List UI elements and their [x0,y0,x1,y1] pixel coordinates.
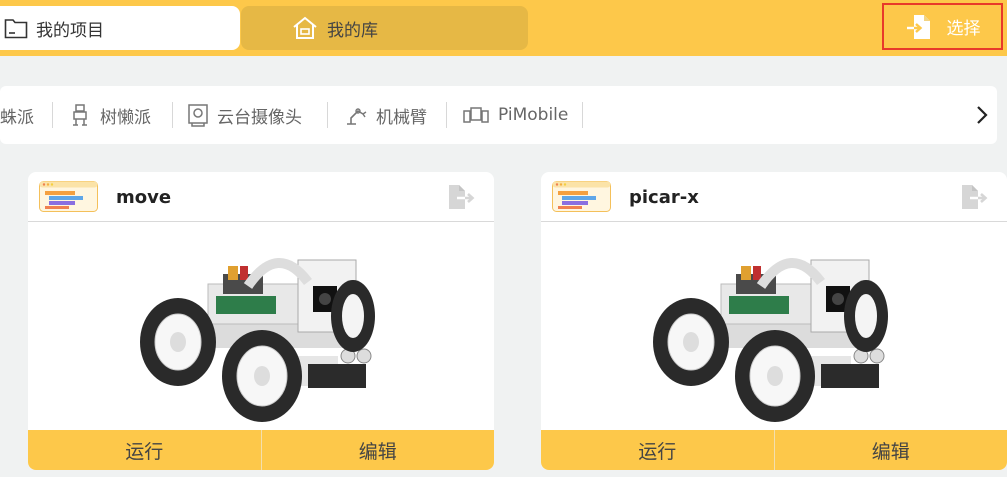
mobile-robot-icon [463,107,489,123]
edit-button[interactable]: 编辑 [260,430,495,470]
project-card: picar-x 运行 编辑 [541,172,1007,470]
category-label: PiMobile [498,105,569,125]
card-header: move [28,172,494,222]
run-button[interactable]: 运行 [541,430,774,470]
card-footer: 运行 编辑 [541,430,1007,470]
camera-icon [188,104,208,127]
import-file-icon [906,14,930,39]
tab-my-library[interactable]: 我的库 [241,6,528,50]
category-spider-pi[interactable]: 蛛派 [0,86,34,144]
top-bar: 我的项目 我的库 选择 [0,0,1007,56]
category-label: 蛛派 [0,107,34,128]
code-thumbnail-icon [552,181,611,212]
category-pan-tilt-camera[interactable]: 云台摄像头 [187,86,302,144]
tab-my-library-label: 我的库 [327,20,378,41]
select-button-label: 选择 [946,19,981,39]
run-button[interactable]: 运行 [28,430,261,470]
category-divider [52,102,53,128]
category-bar: 蛛派 树懒派 云台摄像头 机械臂 PiMobile [0,86,997,144]
category-label: 机械臂 [376,107,427,128]
folder-icon [4,19,28,39]
category-divider [446,102,447,128]
category-pimobile[interactable]: PiMobile [462,86,568,144]
card-title: picar-x [629,187,699,208]
export-icon[interactable] [959,184,989,210]
category-robot-arm[interactable]: 机械臂 [344,86,427,144]
robot-arm-icon [347,108,367,125]
card-footer: 运行 编辑 [28,430,494,470]
category-divider [582,102,583,128]
category-divider [172,102,173,128]
category-sloth-pi[interactable]: 树懒派 [68,86,151,144]
robot-car-image [140,258,375,422]
edit-button[interactable]: 编辑 [773,430,1007,470]
export-icon[interactable] [446,184,476,210]
category-label: 云台摄像头 [217,107,302,128]
robot-car-image [653,258,888,422]
card-title: move [116,187,172,208]
category-divider [327,102,328,128]
category-label: 树懒派 [100,107,151,128]
tab-my-projects-label: 我的项目 [36,20,104,41]
select-button[interactable]: 选择 [882,3,1003,50]
tab-my-projects[interactable]: 我的项目 [0,6,240,50]
home-icon [293,16,317,39]
card-header: picar-x [541,172,1007,222]
code-thumbnail-icon [39,181,98,212]
project-card: move 运行 编辑 [28,172,494,470]
chevron-right-icon[interactable] [970,103,994,127]
robot-icon [73,104,87,126]
